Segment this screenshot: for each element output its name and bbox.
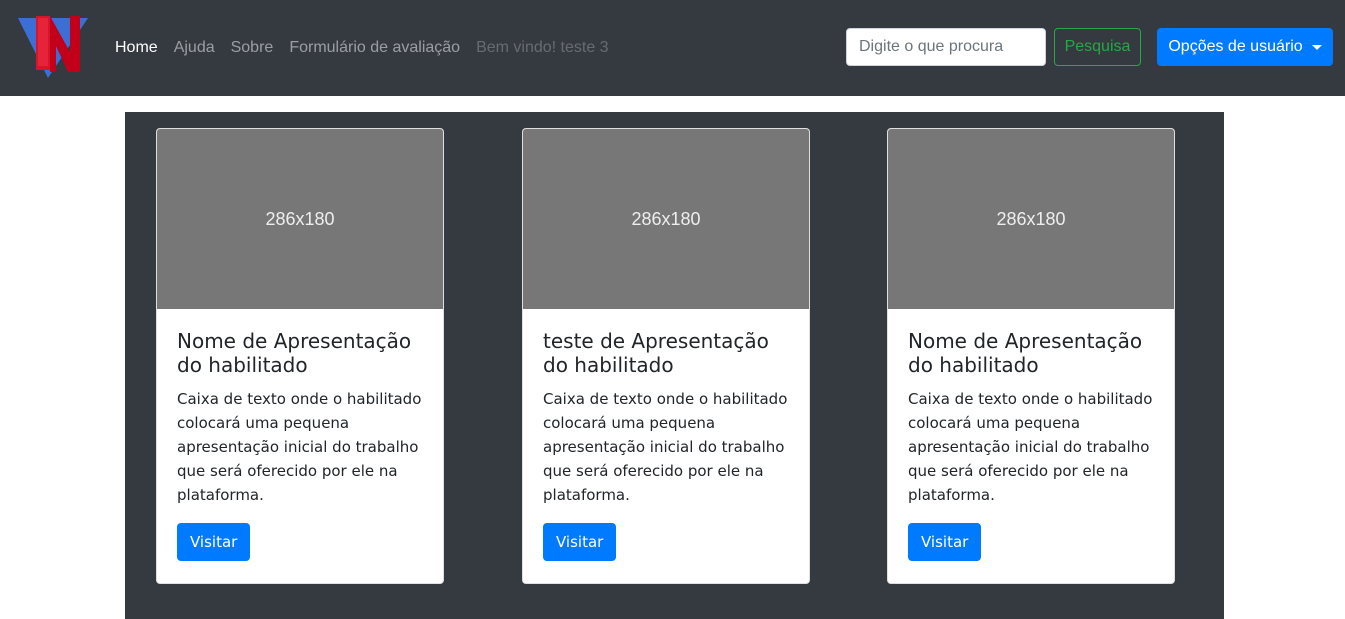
card-title: Nome de Apresentação do habilitado [908, 329, 1143, 377]
nav-link-home[interactable]: Home [115, 39, 158, 57]
nav-link-ajuda[interactable]: Ajuda [174, 39, 215, 57]
visit-button[interactable]: Visitar [543, 523, 617, 561]
visit-button[interactable]: Visitar [908, 523, 982, 561]
welcome-text: Bem vindo! teste 3 [476, 39, 609, 56]
nav-link-formulario[interactable]: Formulário de avaliação [289, 39, 460, 57]
card-body: teste de Apresentação do habilitado Caix… [523, 309, 809, 581]
nav-link-sobre[interactable]: Sobre [231, 39, 274, 57]
card-image-placeholder: 286x180 [157, 129, 443, 309]
card: 286x180 teste de Apresentação do habilit… [522, 128, 810, 584]
cards-container: 286x180 Nome de Apresentação do habilita… [125, 112, 1224, 619]
logo-icon[interactable] [18, 16, 88, 80]
card-text: Caixa de texto onde o habilitado colocar… [177, 390, 422, 504]
card-image-label: 286x180 [996, 208, 1066, 229]
card-body: Nome de Apresentação do habilitado Caixa… [157, 309, 443, 581]
user-options-label: Opções de usuário [1168, 38, 1303, 55]
card-text: Caixa de texto onde o habilitado colocar… [543, 390, 788, 504]
card-image-label: 286x180 [631, 208, 701, 229]
search-button[interactable]: Pesquisa [1054, 28, 1141, 66]
navbar: Home Ajuda Sobre Formulário de avaliação… [0, 0, 1345, 96]
nav-links: Home Ajuda Sobre Formulário de avaliação… [115, 36, 625, 60]
card-title: Nome de Apresentação do habilitado [177, 329, 412, 377]
user-options-dropdown[interactable]: Opções de usuário [1157, 28, 1333, 66]
card-image-placeholder: 286x180 [523, 129, 809, 309]
caret-down-icon [1311, 44, 1322, 50]
card-text: Caixa de texto onde o habilitado colocar… [908, 390, 1153, 504]
card-body: Nome de Apresentação do habilitado Caixa… [888, 309, 1174, 581]
card: 286x180 Nome de Apresentação do habilita… [887, 128, 1175, 584]
card-image-placeholder: 286x180 [888, 129, 1174, 309]
card: 286x180 Nome de Apresentação do habilita… [156, 128, 444, 584]
visit-button[interactable]: Visitar [177, 523, 251, 561]
card-title: teste de Apresentação do habilitado [543, 329, 769, 377]
search-input[interactable] [846, 28, 1046, 66]
card-image-label: 286x180 [265, 208, 335, 229]
